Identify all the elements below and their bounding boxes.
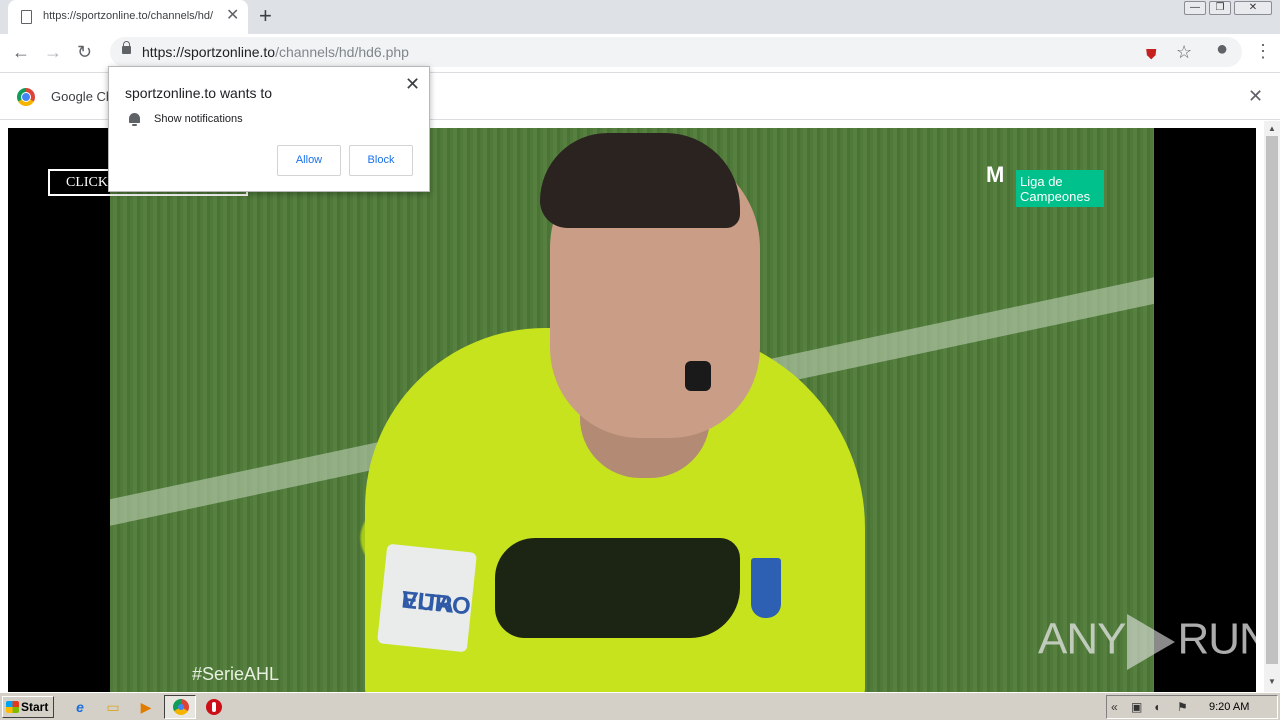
referee-hair	[540, 133, 740, 228]
infobar-text: Google Ch	[51, 89, 114, 104]
video-player[interactable]: EURO VITA #SerieAHL M Liga de Campeones A…	[8, 128, 1256, 692]
taskbar: Start e ▭ ▶ « ▣ ◖ ⚑ 9:20 AM	[0, 692, 1280, 720]
system-tray: « ▣ ◖ ⚑ 9:20 AM	[1106, 695, 1278, 719]
tab-close-icon[interactable]: ✕	[226, 7, 239, 25]
blocked-popup-icon[interactable]: ⛊	[1146, 44, 1157, 64]
url-path: /channels/hd/hd6.php	[275, 44, 409, 60]
bookmark-star-icon[interactable]: ☆	[1176, 42, 1192, 62]
vertical-scrollbar[interactable]: ▲ ▼	[1264, 121, 1280, 692]
video-hashtag: #SerieAHL	[192, 664, 280, 684]
show-hidden-icons-icon[interactable]: «	[1111, 700, 1118, 714]
page-content: EURO VITA #SerieAHL M Liga de Campeones A…	[0, 121, 1264, 692]
notification-permission-popup: sportzonline.to wants to ✕ Show notifica…	[108, 66, 430, 192]
federation-badge	[751, 558, 781, 618]
popup-close-icon[interactable]: ✕	[405, 74, 420, 94]
anyrun-watermark: ANY RUN	[1038, 614, 1256, 670]
opera-icon[interactable]	[206, 699, 222, 715]
bell-icon	[129, 113, 140, 126]
video-frame[interactable]: EURO VITA #SerieAHL M Liga de Campeones	[110, 128, 1154, 692]
internet-explorer-icon[interactable]: e	[70, 697, 90, 717]
start-button[interactable]: Start	[2, 696, 54, 718]
new-tab-button[interactable]: +	[259, 4, 272, 28]
network-icon[interactable]: ▣	[1131, 700, 1142, 714]
broadcaster-logo: M	[986, 162, 1005, 187]
tab-strip: https://sportzonline.to/channels/hd/ ✕ +…	[0, 0, 1280, 34]
page-icon	[21, 10, 32, 24]
sleeve-sponsor-patch: EURO VITA	[377, 543, 477, 653]
competition-line1: Liga de	[1020, 174, 1063, 189]
chrome-icon	[173, 699, 189, 715]
url-text[interactable]: https://sportzonline.to/channels/hd/hd6.…	[142, 44, 409, 60]
start-label: Start	[21, 700, 49, 714]
minimize-button[interactable]: —	[1184, 1, 1206, 15]
forward-button[interactable]: →	[44, 41, 62, 63]
block-button[interactable]: Block	[349, 145, 413, 176]
competition-line2: Campeones	[1020, 189, 1091, 204]
referee-shirt-stripe	[495, 538, 740, 638]
url-host: https://sportzonline.to	[142, 44, 276, 60]
file-explorer-icon[interactable]: ▭	[103, 697, 123, 717]
back-button[interactable]: ←	[12, 41, 30, 63]
sleeve-text-line2: VITA	[400, 586, 456, 619]
account-icon[interactable]: ●	[1216, 39, 1228, 59]
address-bar[interactable]: https://sportzonline.to/channels/hd/hd6.…	[110, 37, 1242, 67]
close-window-button[interactable]: ✕	[1234, 1, 1272, 15]
reload-button[interactable]: ↻	[77, 41, 92, 63]
allow-button[interactable]: Allow	[277, 145, 341, 176]
tab-title: https://sportzonline.to/channels/hd/	[43, 10, 213, 22]
tab-active[interactable]: https://sportzonline.to/channels/hd/ ✕	[8, 0, 248, 34]
infobar-close-icon[interactable]: ✕	[1248, 86, 1263, 106]
taskbar-chrome-button[interactable]	[164, 695, 196, 719]
clock[interactable]: 9:20 AM	[1209, 701, 1249, 713]
lock-icon[interactable]	[122, 41, 131, 54]
competition-logo: Liga de Campeones	[1016, 170, 1104, 207]
scroll-thumb[interactable]	[1266, 136, 1278, 664]
restore-button[interactable]: ❐	[1209, 1, 1231, 15]
menu-icon[interactable]: ⋮	[1254, 41, 1272, 61]
play-icon	[1127, 614, 1176, 670]
sleeve-sponsor-text: EURO VITA	[392, 565, 472, 620]
popup-permission-text: Show notifications	[154, 113, 243, 125]
action-center-flag-icon[interactable]: ⚑	[1177, 700, 1188, 714]
watermark-left: ANY	[1038, 614, 1126, 664]
windows-logo-icon	[6, 701, 19, 713]
popup-title: sportzonline.to wants to	[125, 85, 273, 101]
volume-icon[interactable]: ◖	[1153, 700, 1160, 714]
chrome-logo-icon	[17, 88, 35, 106]
whistle	[685, 361, 711, 391]
watermark-right: RUN	[1177, 614, 1256, 664]
scroll-down-icon[interactable]: ▼	[1268, 677, 1276, 686]
media-player-icon[interactable]: ▶	[136, 697, 156, 717]
scroll-up-icon[interactable]: ▲	[1268, 124, 1276, 133]
